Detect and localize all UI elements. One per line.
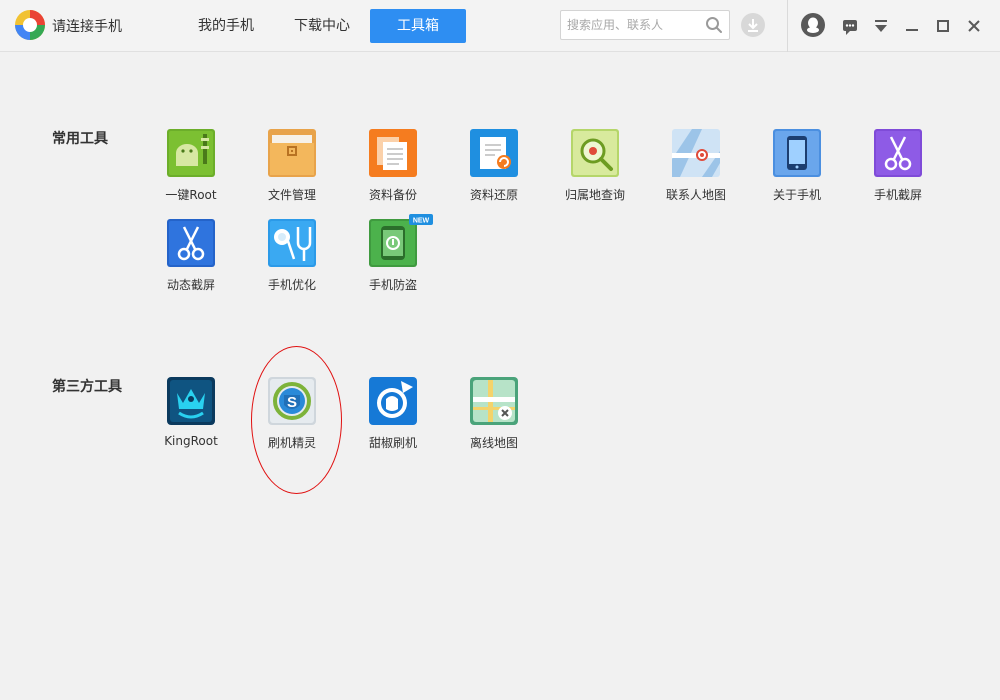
tool-label: 离线地图 bbox=[469, 436, 518, 450]
app-logo-icon bbox=[15, 10, 45, 40]
backup-icon bbox=[369, 129, 417, 177]
close-icon[interactable] bbox=[962, 14, 986, 38]
location-search-icon bbox=[571, 129, 619, 177]
minimize-icon[interactable] bbox=[900, 14, 924, 38]
tab-my-phone[interactable]: 我的手机 bbox=[190, 9, 262, 43]
qq-avatar-icon[interactable] bbox=[800, 12, 826, 38]
title-bar: 请连接手机 我的手机 下载中心 工具箱 bbox=[0, 0, 1000, 52]
tab-download-center[interactable]: 下载中心 bbox=[286, 9, 358, 43]
download-icon[interactable] bbox=[740, 12, 766, 38]
menu-dropdown-icon[interactable] bbox=[869, 14, 893, 38]
search-icon[interactable] bbox=[705, 16, 723, 34]
tianjiao-icon bbox=[369, 377, 417, 425]
tool-about-phone[interactable]: 关于手机 bbox=[747, 129, 847, 219]
section-title-third-party-tools: 第三方工具 bbox=[52, 379, 122, 395]
tool-label: 刷机精灵 bbox=[267, 436, 316, 450]
offline-map-icon bbox=[470, 377, 518, 425]
tool-data-restore[interactable]: 资料还原 bbox=[444, 129, 544, 219]
tool-phone-antitheft[interactable]: NEW 手机防盗 bbox=[343, 214, 443, 309]
scissors-icon bbox=[874, 129, 922, 177]
tool-tianjiao-flash[interactable]: 甜椒刷机 bbox=[343, 377, 443, 467]
tool-label: 关于手机 bbox=[772, 188, 821, 202]
stethoscope-icon bbox=[268, 219, 316, 267]
tool-offline-map[interactable]: 离线地图 bbox=[444, 377, 544, 467]
tool-label: KingRoot bbox=[164, 434, 218, 448]
folder-icon bbox=[268, 129, 316, 177]
tab-toolbox[interactable]: 工具箱 bbox=[370, 9, 466, 43]
tool-label: 归属地查询 bbox=[564, 188, 625, 202]
search-box bbox=[560, 10, 730, 40]
tool-phone-screenshot[interactable]: 手机截屏 bbox=[848, 129, 948, 219]
tool-label: 手机优化 bbox=[267, 278, 316, 292]
tool-data-backup[interactable]: 资料备份 bbox=[343, 129, 443, 219]
shuaji-jingling-icon: S bbox=[268, 377, 316, 425]
message-icon[interactable] bbox=[838, 14, 862, 38]
app-title[interactable]: 请连接手机 bbox=[52, 16, 122, 36]
tool-label: 动态截屏 bbox=[166, 278, 215, 292]
tool-label: 手机防盗 bbox=[368, 278, 417, 292]
tool-dynamic-screenshot[interactable]: 动态截屏 bbox=[141, 219, 241, 309]
tool-label: 文件管理 bbox=[267, 188, 316, 202]
title-divider bbox=[787, 0, 788, 52]
section-title-common-tools: 常用工具 bbox=[52, 131, 108, 147]
maximize-icon[interactable] bbox=[931, 14, 955, 38]
tool-location-query[interactable]: 归属地查询 bbox=[545, 129, 645, 219]
tool-label: 资料备份 bbox=[368, 188, 417, 202]
tool-label: 手机截屏 bbox=[873, 188, 922, 202]
tool-phone-optimize[interactable]: 手机优化 bbox=[242, 219, 342, 309]
tool-label: 甜椒刷机 bbox=[368, 436, 417, 450]
restore-icon bbox=[470, 129, 518, 177]
android-root-icon bbox=[167, 129, 215, 177]
svg-text:S: S bbox=[287, 394, 297, 411]
tool-shuaji-jingling[interactable]: S 刷机精灵 bbox=[242, 377, 342, 467]
tool-kingroot[interactable]: KingRoot bbox=[141, 377, 241, 467]
tool-file-manager[interactable]: 文件管理 bbox=[242, 129, 342, 219]
new-badge-text: NEW bbox=[413, 217, 430, 224]
kingroot-icon bbox=[167, 377, 215, 425]
tool-label: 资料还原 bbox=[469, 188, 518, 202]
contact-map-icon bbox=[672, 129, 720, 177]
new-badge: NEW bbox=[409, 214, 433, 225]
search-input[interactable] bbox=[567, 16, 705, 34]
tool-contact-map[interactable]: 联系人地图 bbox=[646, 129, 746, 219]
scissors-icon bbox=[167, 219, 215, 267]
tool-one-click-root[interactable]: 一键Root bbox=[141, 129, 241, 219]
phone-guard-icon bbox=[369, 219, 417, 267]
tool-label: 联系人地图 bbox=[665, 188, 726, 202]
phone-icon bbox=[773, 129, 821, 177]
tool-label: 一键Root bbox=[165, 188, 217, 202]
